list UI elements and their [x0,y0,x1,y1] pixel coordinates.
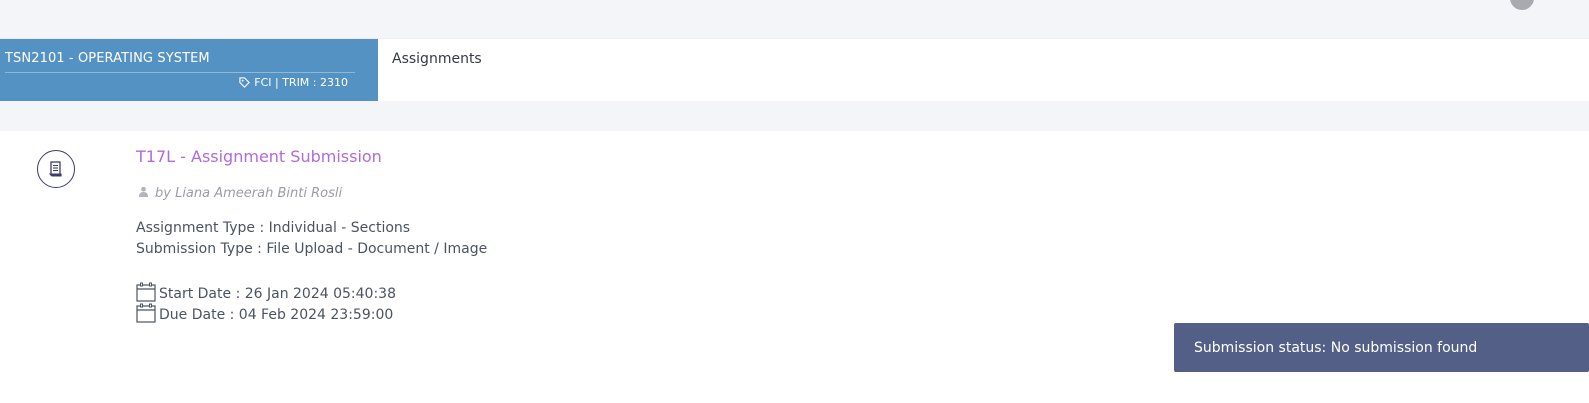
document-icon [37,150,75,188]
submission-type: Submission Type : File Upload - Document… [136,241,488,257]
assignment-author: by Liana Ameerah Binti Rosli [138,186,342,201]
assignment-title-link[interactable]: T17L - Assignment Submission [136,147,382,166]
top-bar [0,0,1589,39]
course-name: TSN2101 - OPERATING SYSTEM [5,51,210,66]
course-header: TSN2101 - OPERATING SYSTEM FCI | TRIM : … [0,39,1589,101]
author-name: by Liana Ameerah Binti Rosli [155,186,343,201]
course-block[interactable]: TSN2101 - OPERATING SYSTEM FCI | TRIM : … [0,39,378,101]
user-icon [138,186,149,201]
assignment-type: Assignment Type : Individual - Sections [136,220,411,236]
submission-status-badge: Submission status: No submission found [1174,323,1589,372]
start-date: Start Date : 26 Jan 2024 05:40:38 [159,286,396,302]
breadcrumb-assignments[interactable]: Assignments [392,51,482,67]
user-avatar-icon[interactable] [1510,0,1534,10]
course-meta: FCI | TRIM : 2310 [239,76,348,89]
tag-icon [239,77,251,88]
due-date: Due Date : 04 Feb 2024 23:59:00 [159,307,394,323]
section-divider-band [0,101,1589,131]
calendar-icon [136,303,156,327]
due-date-row: Due Date : 04 Feb 2024 23:59:00 [136,303,393,327]
course-divider [5,72,355,73]
course-meta-text: FCI | TRIM : 2310 [254,76,348,89]
submission-status-text: Submission status: No submission found [1194,339,1478,356]
